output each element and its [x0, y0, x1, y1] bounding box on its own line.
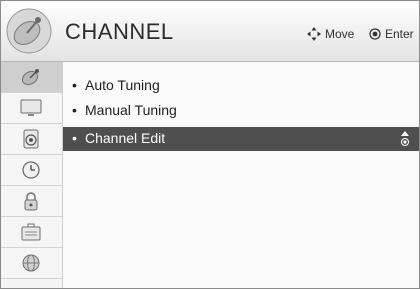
sidebar-item-option[interactable]: [1, 217, 62, 248]
satellite-icon: [21, 69, 39, 86]
lock-icon: [24, 192, 38, 211]
speaker-icon: [23, 129, 39, 149]
bullet: •: [72, 102, 77, 118]
menu-item-label: Auto Tuning: [85, 77, 160, 93]
sidebar-item-picture[interactable]: [1, 93, 62, 124]
move-hint: Move: [307, 27, 354, 41]
sidebar-item-network[interactable]: [1, 248, 62, 279]
bullet: •: [72, 77, 77, 93]
briefcase-options-icon: [21, 223, 41, 241]
bullet: •: [72, 130, 77, 146]
sidebar-item-audio[interactable]: [1, 124, 62, 155]
sidebar-item-channel[interactable]: [1, 62, 62, 93]
menu-item-channel-edit[interactable]: • Channel Edit: [63, 127, 419, 151]
page-title: CHANNEL: [65, 19, 174, 44]
clock-icon: [22, 161, 40, 179]
category-sidebar: [1, 62, 62, 288]
sidebar-item-lock[interactable]: [1, 186, 62, 217]
menu-item-auto-tuning[interactable]: • Auto Tuning: [63, 74, 419, 98]
enter-hint-label: Enter: [385, 27, 414, 41]
sidebar-item-time[interactable]: [1, 155, 62, 186]
satellite-dish-logo-icon: [6, 8, 52, 54]
ok-button-icon: [369, 28, 381, 40]
globe-network-icon: [22, 254, 40, 272]
menu-item-label: Manual Tuning: [85, 102, 177, 118]
header-bar: CHANNEL Move Enter: [1, 1, 419, 62]
channel-menu-list: • Auto Tuning • Manual Tuning • Channel …: [62, 62, 419, 288]
enter-hint: Enter: [369, 27, 414, 41]
menu-item-manual-tuning[interactable]: • Manual Tuning: [63, 99, 419, 123]
tv-picture-icon: [20, 99, 42, 116]
move-hint-label: Move: [325, 27, 355, 41]
dpad-arrows-icon: [307, 27, 321, 41]
up-down-ok-icon: [401, 131, 409, 146]
channel-menu-window: CHANNEL Move Enter • Auto Tuning • Manua…: [0, 0, 420, 289]
menu-item-label: Channel Edit: [85, 130, 166, 146]
